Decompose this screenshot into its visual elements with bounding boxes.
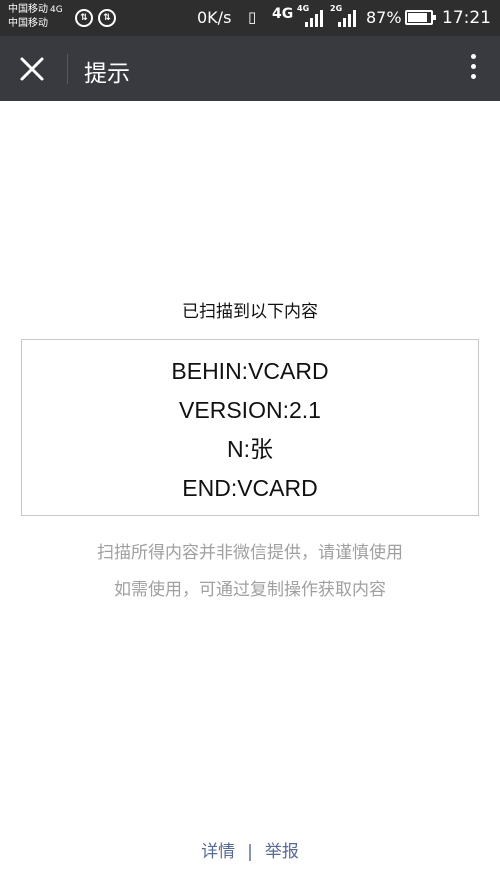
battery-icon: [405, 10, 436, 25]
vibrate-icon: ▯: [248, 8, 257, 26]
network-speed: 0K/s: [197, 8, 232, 27]
signal-strength-2-icon: [338, 9, 358, 27]
notice-line-2: 如需使用，可通过复制操作获取内容: [114, 580, 386, 600]
title-divider: [67, 54, 68, 84]
content-line: BEHIN:VCARD: [171, 358, 329, 384]
data-saver-icon: ⇅: [75, 9, 93, 27]
content-line: END:VCARD: [182, 475, 318, 501]
data-saver-icon-2: ⇅: [98, 9, 116, 27]
close-icon: [20, 57, 44, 81]
more-vertical-icon: [468, 54, 478, 79]
report-link[interactable]: 举报: [265, 842, 299, 862]
content-line: N:张: [227, 436, 273, 462]
details-link[interactable]: 详情: [201, 842, 235, 862]
battery-fill: [408, 13, 427, 22]
more-options-button[interactable]: [468, 54, 478, 84]
footer-separator: |: [247, 842, 253, 862]
close-button[interactable]: [18, 55, 46, 83]
network-type-label: 4G: [272, 6, 294, 22]
notice-line-1: 扫描所得内容并非微信提供，请谨慎使用: [97, 543, 403, 563]
carrier-1-network: 4G: [50, 5, 63, 15]
footer-links: 详情 | 举报: [0, 837, 500, 862]
page-title: 提示: [84, 61, 130, 87]
carrier-1-label: 中国移动: [8, 4, 48, 15]
content-line: VERSION:2.1: [179, 397, 321, 423]
battery-percent: 87%: [366, 8, 402, 27]
signal-strength-icon: [305, 9, 325, 27]
scan-content-box: BEHIN:VCARD VERSION:2.1 N:张 END:VCARD: [21, 339, 479, 516]
clock: 17:21: [442, 8, 491, 28]
title-bar: 提示: [0, 36, 500, 101]
carrier-info: 中国移动 4G 中国移动: [8, 3, 63, 30]
scan-result-heading: 已扫描到以下内容: [182, 302, 318, 322]
carrier-2-label: 中国移动: [8, 18, 48, 29]
status-bar: 中国移动 4G 中国移动 ⇅ ⇅ 0K/s ▯ 4G 4G 2G 87% 17:2…: [0, 0, 500, 36]
